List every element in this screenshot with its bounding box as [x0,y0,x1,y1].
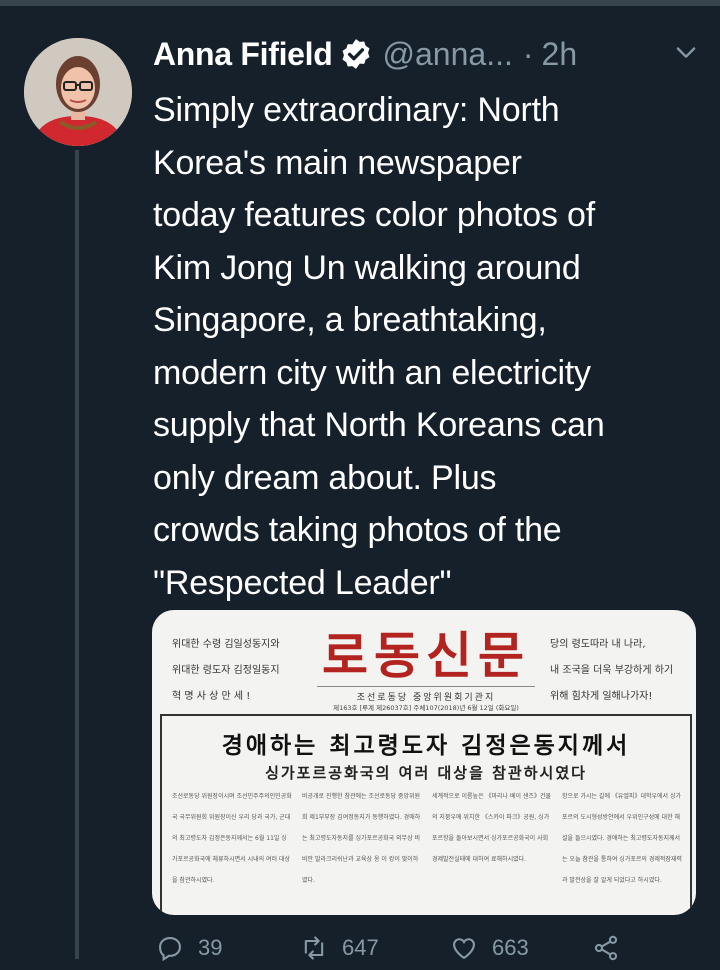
newspaper-left-slogan: 위대한 수령 김일성동지와 위대한 령도자 김정일동지 혁 명 사 상 만 세 … [172,632,302,710]
slogan-line: 위대한 수령 김일성동지와 [172,639,280,650]
tweet-header: Anna Fifield @anna... · 2h [153,30,577,78]
slogan-line: 혁 명 사 상 만 세 ! [172,691,251,702]
verified-badge-icon [342,39,369,69]
tweet-line: only dream about. Plus [153,458,497,497]
share-button[interactable] [592,934,634,962]
tweet-line: crowds taking photos of the [153,511,562,549]
newspaper-subheadline: 싱가포르공화국의 여러 대상을 참관하시였다 [265,764,587,782]
avatar-photo-icon [24,38,132,146]
reply-button[interactable]: 39 [156,934,222,962]
heart-icon [453,938,475,960]
tweet-line: Kim Jong Un walking around [153,248,581,287]
chevron-down-icon[interactable] [672,38,700,66]
newspaper-subtitle: 조선로동당 중앙위원회기관지 [317,686,535,703]
tweet-line: Singapore, a breathtaking, [153,301,547,339]
slogan-line: 위해 힘차게 일해나가자! [550,691,653,702]
tweet-line: Korea's main newspaper [153,143,522,182]
tweet-line: supply that North Koreans can [153,406,605,444]
tweet-image[interactable]: 위대한 수령 김일성동지와 위대한 령도자 김정일동지 혁 명 사 상 만 세 … [152,610,696,915]
like-button[interactable]: 663 [450,934,529,962]
tweet-line: today features color photos of [153,196,595,234]
article-column: 조선로동당 위원장이시며 조선민주주의인민공화국 국무위원회 위원장이신 우리 … [172,793,292,884]
article-column: 항으로 가시는 길에 《유엘피》대학우에서 싱가포르의 도시형성방안에서 우위인… [562,793,682,884]
slogan-line: 당의 령도따라 내 나라, [550,639,646,650]
author-handle[interactable]: @anna... [383,36,513,73]
separator-dot: · [522,35,534,72]
tweet-timestamp[interactable]: 2h [542,36,578,73]
tweet-line: modern city with an electricity [153,353,591,392]
tweet-line: "Respected Leader" [153,563,452,602]
newspaper-right-slogan: 당의 령도따라 내 나라, 내 조국을 더욱 부강하게 하기 위해 힘차게 일해… [550,632,690,710]
retweet-count: 647 [342,935,379,960]
article-column: 세계적으로 이름높은 《마리나 베이 샌즈》건물의 지붕우에 위치한 《스카이 … [432,793,551,863]
tweet-text: Simply extraordinary: North Korea's main… [153,84,708,609]
reply-count: 39 [198,935,223,960]
retweet-button[interactable]: 647 [300,934,379,962]
avatar[interactable] [24,38,132,146]
tweet-line: Simply extraordinary: North [153,91,560,129]
thread-line [75,150,79,959]
article-column: 비공개로 진행한 참관에는 조선로동당 중앙위원회 제1부부장 김여정동지가 동… [302,793,421,884]
slogan-line: 위대한 령도자 김정일동지 [172,665,280,676]
like-count: 663 [492,935,529,960]
reply-icon [159,937,181,962]
slogan-line: 내 조국을 더욱 부강하게 하기 [550,665,674,676]
newspaper-headline: 경애하는 최고령도자 김정은동지께서 [221,733,631,759]
author-name[interactable]: Anna Fifield [153,36,333,73]
share-icon [594,935,618,961]
top-divider [0,0,720,6]
newspaper-article: 경애하는 최고령도자 김정은동지께서 싱가포르공화국의 여러 대상을 참관하시였… [160,714,692,915]
newspaper-masthead: 로동신문 [322,626,530,685]
tweet-actions: 39 647 663 [152,930,712,970]
retweet-icon [304,936,324,960]
